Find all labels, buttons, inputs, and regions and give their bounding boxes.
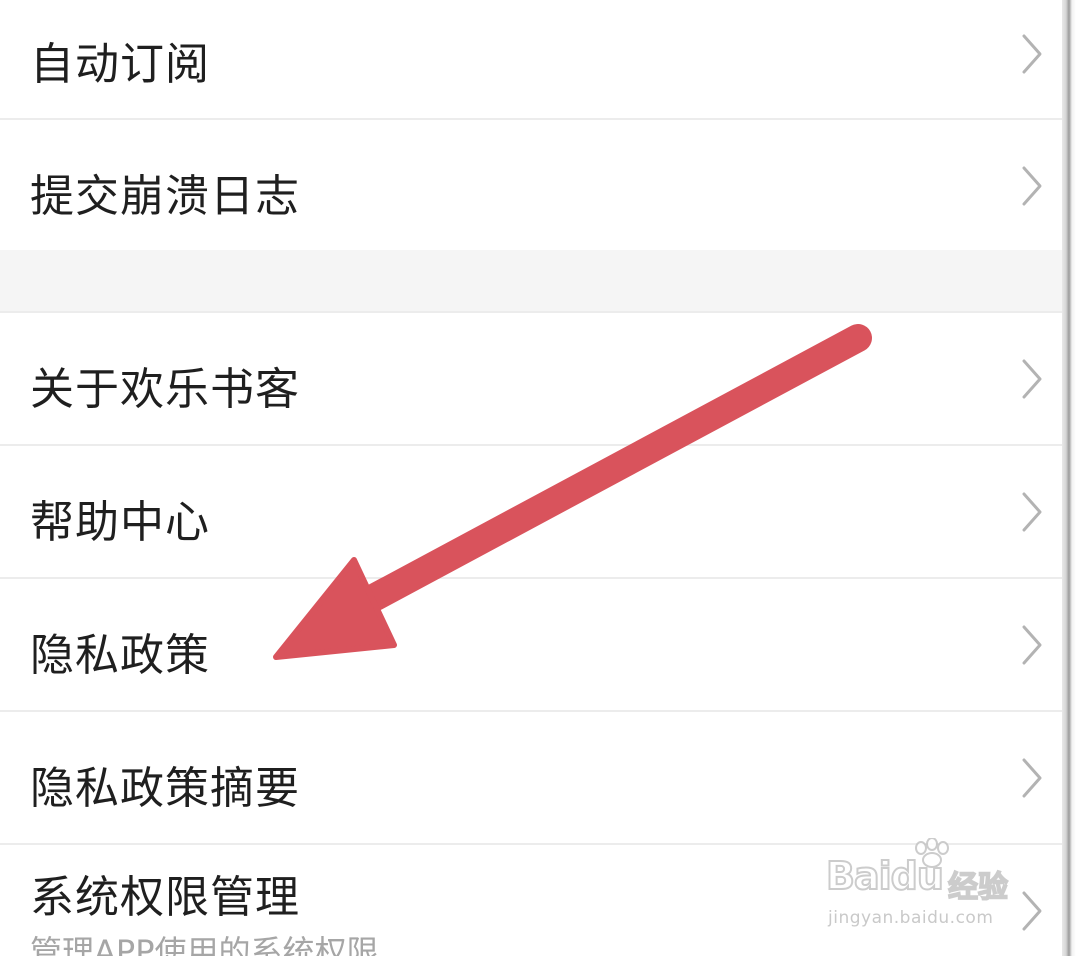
chevron-right-icon xyxy=(1022,166,1042,206)
settings-item-label: 帮助中心 xyxy=(30,497,210,548)
chevron-right-icon xyxy=(1022,492,1042,532)
settings-item-auto-subscribe[interactable]: 自动订阅 xyxy=(0,0,1062,118)
settings-item-label: 隐私政策 xyxy=(30,630,210,681)
settings-item-label: 系统权限管理 xyxy=(30,872,300,923)
section-gap xyxy=(0,250,1062,312)
chevron-right-icon xyxy=(1022,625,1042,665)
screen-edge xyxy=(1062,0,1076,956)
watermark-brand: 经验 xyxy=(947,869,1009,906)
settings-item-sublabel: 管理APP使用的系统权限 xyxy=(30,933,379,956)
chevron-right-icon xyxy=(1022,359,1042,399)
baidu-jingyan-watermark: Baidu 经验 jingyan.baidu.com xyxy=(820,838,1030,938)
settings-item-label: 关于欢乐书客 xyxy=(30,364,300,415)
settings-item-privacy-policy[interactable]: 隐私政策 xyxy=(0,579,1062,710)
chevron-right-icon xyxy=(1022,758,1042,798)
settings-item-privacy-policy-summary[interactable]: 隐私政策摘要 xyxy=(0,712,1062,843)
watermark-logo: Baidu xyxy=(825,853,945,899)
settings-screen: 自动订阅 提交崩溃日志 关于欢乐书客 帮助中心 隐私政策 隐私政策摘要 系统权限… xyxy=(0,0,1076,956)
settings-item-submit-crash-log[interactable]: 提交崩溃日志 xyxy=(0,120,1062,250)
settings-item-help-center[interactable]: 帮助中心 xyxy=(0,446,1062,577)
settings-item-label: 隐私政策摘要 xyxy=(30,763,300,814)
settings-item-about[interactable]: 关于欢乐书客 xyxy=(0,313,1062,444)
settings-item-label: 自动订阅 xyxy=(30,39,210,90)
settings-item-label: 提交崩溃日志 xyxy=(30,171,300,222)
watermark-url: jingyan.baidu.com xyxy=(828,908,994,928)
chevron-right-icon xyxy=(1022,34,1042,74)
